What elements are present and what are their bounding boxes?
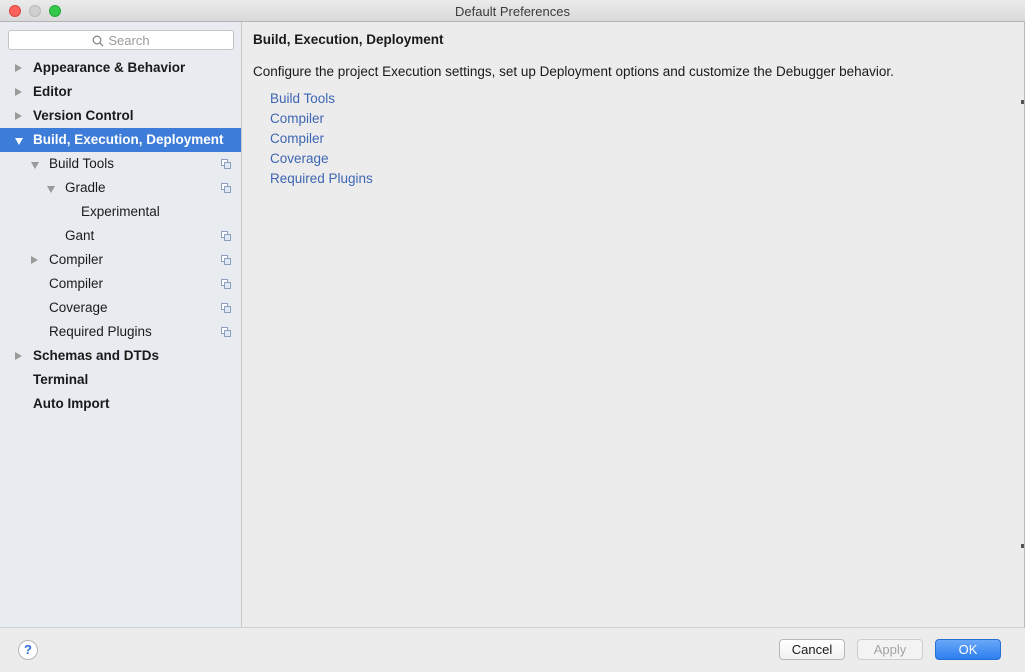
- sidebar-item-label: Gradle: [65, 180, 106, 195]
- settings-sidebar: Search Appearance & Behavior Editor Versio…: [0, 22, 242, 627]
- link-compiler[interactable]: Compiler: [270, 109, 373, 129]
- sidebar-item-experimental[interactable]: Experimental: [0, 200, 241, 224]
- search-field[interactable]: Search: [8, 30, 234, 50]
- subpage-links: Build Tools Compiler Compiler Coverage R…: [270, 89, 373, 189]
- window-edge-mark: [1021, 100, 1024, 104]
- link-coverage[interactable]: Coverage: [270, 149, 373, 169]
- sidebar-item-label: Appearance & Behavior: [33, 60, 186, 75]
- project-copy-icon: [221, 255, 231, 265]
- page-title: Build, Execution, Deployment: [253, 32, 444, 47]
- link-compiler-2[interactable]: Compiler: [270, 129, 373, 149]
- sidebar-item-version-control[interactable]: Version Control: [0, 104, 241, 128]
- sidebar-item-terminal[interactable]: Terminal: [0, 368, 241, 392]
- project-copy-icon: [221, 327, 231, 337]
- sidebar-item-compiler[interactable]: Compiler: [0, 248, 241, 272]
- window-title: Default Preferences: [455, 4, 570, 19]
- title-bar[interactable]: Default Preferences: [0, 0, 1025, 22]
- link-build-tools[interactable]: Build Tools: [270, 89, 373, 109]
- collapsed-arrow-icon[interactable]: [15, 88, 22, 96]
- project-copy-icon: [221, 303, 231, 313]
- project-copy-icon: [221, 279, 231, 289]
- project-copy-icon: [221, 159, 231, 169]
- sidebar-item-schemas-and-dtds[interactable]: Schemas and DTDs: [0, 344, 241, 368]
- sidebar-item-label: Auto Import: [33, 396, 110, 411]
- collapsed-arrow-icon[interactable]: [31, 256, 38, 264]
- project-copy-icon: [221, 231, 231, 241]
- sidebar-item-label: Experimental: [81, 204, 160, 219]
- preferences-window: Default Preferences Search Appearance & …: [0, 0, 1025, 672]
- sidebar-item-gant[interactable]: Gant: [0, 224, 241, 248]
- sidebar-item-required-plugins[interactable]: Required Plugins: [0, 320, 241, 344]
- sidebar-item-gradle[interactable]: Gradle: [0, 176, 241, 200]
- help-button[interactable]: ?: [18, 640, 38, 660]
- collapsed-arrow-icon[interactable]: [15, 352, 22, 360]
- ok-button[interactable]: OK: [935, 639, 1001, 660]
- expanded-arrow-icon[interactable]: [47, 186, 55, 193]
- project-copy-icon: [221, 183, 231, 193]
- sidebar-item-label: Build, Execution, Deployment: [33, 132, 224, 147]
- cancel-button[interactable]: Cancel: [779, 639, 845, 660]
- sidebar-item-coverage[interactable]: Coverage: [0, 296, 241, 320]
- dialog-button-bar: ? Cancel Apply OK: [0, 627, 1025, 672]
- sidebar-item-compiler[interactable]: Compiler: [0, 272, 241, 296]
- apply-button[interactable]: Apply: [857, 639, 923, 660]
- collapsed-arrow-icon[interactable]: [15, 64, 22, 72]
- sidebar-item-label: Compiler: [49, 276, 104, 291]
- sidebar-item-label: Gant: [65, 228, 95, 243]
- sidebar-item-label: Schemas and DTDs: [33, 348, 160, 363]
- sidebar-item-build-execution-deployment[interactable]: Build, Execution, Deployment: [0, 128, 241, 152]
- window-edge-mark-2: [1021, 544, 1024, 548]
- sidebar-item-label: Required Plugins: [49, 324, 152, 339]
- sidebar-item-label: Coverage: [49, 300, 108, 315]
- expanded-arrow-icon[interactable]: [31, 162, 39, 169]
- link-required-plugins[interactable]: Required Plugins: [270, 169, 373, 189]
- sidebar-item-appearance-behavior[interactable]: Appearance & Behavior: [0, 56, 241, 80]
- sidebar-item-auto-import[interactable]: Auto Import: [0, 392, 241, 416]
- settings-tree: Appearance & Behavior Editor Version Contr…: [0, 56, 241, 416]
- sidebar-item-label: Editor: [33, 84, 72, 99]
- page-description: Configure the project Execution settings…: [253, 64, 894, 79]
- sidebar-item-label: Terminal: [33, 372, 89, 387]
- search-input[interactable]: [9, 31, 233, 49]
- collapsed-arrow-icon[interactable]: [15, 112, 22, 120]
- sidebar-item-label: Compiler: [49, 252, 104, 267]
- sidebar-item-label: Build Tools: [49, 156, 115, 171]
- expanded-arrow-icon[interactable]: [15, 138, 23, 145]
- sidebar-item-build-tools[interactable]: Build Tools: [0, 152, 241, 176]
- sidebar-item-editor[interactable]: Editor: [0, 80, 241, 104]
- sidebar-item-label: Version Control: [33, 108, 134, 123]
- settings-content-panel: Build, Execution, Deployment Configure t…: [243, 22, 1024, 627]
